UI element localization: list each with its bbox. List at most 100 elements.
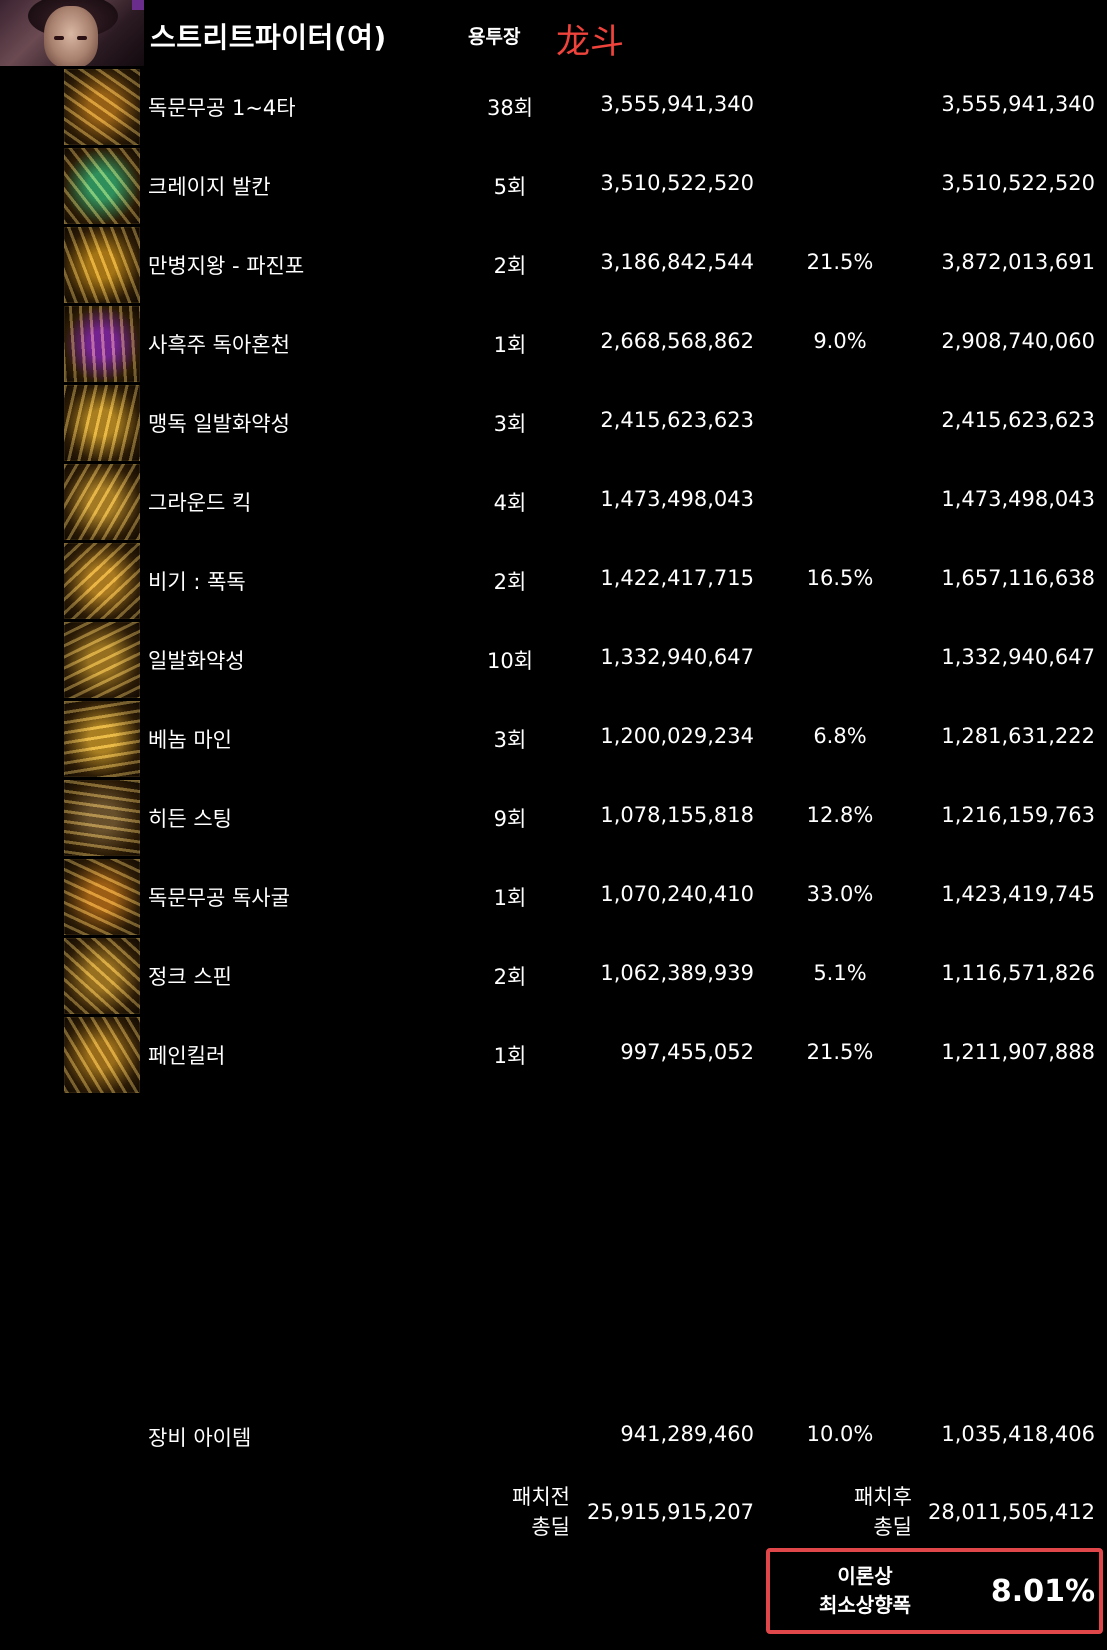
gold-mine-icon — [64, 701, 140, 777]
fire-fang-icon — [64, 69, 140, 145]
skill-icon-overlay — [64, 306, 140, 382]
before-total-label: 패치전 총딜 — [470, 1482, 570, 1542]
skill-total-damage: 2,415,623,623 — [941, 408, 1095, 432]
skill-base-damage: 3,510,522,520 — [600, 171, 754, 195]
skill-icon-overlay — [64, 859, 140, 935]
before-total-value: 25,915,915,207 — [587, 1500, 754, 1524]
skill-name: 정크 스핀 — [148, 965, 232, 989]
after-total-label: 패치후 총딜 — [790, 1482, 912, 1542]
table-row: 독문무공 1~4타 38회 3,555,941,340 3,555,941,340 — [0, 68, 1107, 147]
skill-count: 5회 — [493, 175, 527, 199]
skill-name: 독문무공 1~4타 — [148, 96, 296, 120]
skill-base-damage: 1,473,498,043 — [600, 487, 754, 511]
equipment-base: 941,289,460 — [620, 1422, 754, 1446]
gold-spin-icon — [64, 938, 140, 1014]
skill-increase-pct: 9.0% — [813, 329, 867, 353]
gold-spikes-icon — [64, 227, 140, 303]
header: 스트리트파이터(여) 용투장 龙斗 — [0, 0, 1107, 68]
portrait-eye — [77, 36, 87, 40]
table-row: 사흑주 독아혼천 1회 2,668,568,862 9.0% 2,908,740,060 — [0, 305, 1107, 384]
skill-total-damage: 1,281,631,222 — [941, 724, 1095, 748]
purple-orb-icon — [64, 306, 140, 382]
portrait-eye — [54, 36, 64, 40]
skill-base-damage: 1,332,940,647 — [600, 645, 754, 669]
skill-name: 페인킬러 — [148, 1044, 226, 1068]
skill-icon-overlay — [64, 385, 140, 461]
table-row: 베놈 마인 3회 1,200,029,234 6.8% 1,281,631,222 — [0, 700, 1107, 779]
skill-name: 독문무공 독사굴 — [148, 886, 290, 910]
bomb-icon — [64, 622, 140, 698]
result-value: 8.01% — [990, 1574, 1095, 1609]
skill-base-damage: 2,668,568,862 — [600, 329, 754, 353]
skill-icon-overlay — [64, 780, 140, 856]
after-label-line1: 패치후 — [854, 1485, 912, 1509]
table-row: 비기 : 폭독 2회 1,422,417,715 16.5% 1,657,116,638 — [0, 542, 1107, 621]
skill-name: 일발화약성 — [148, 649, 245, 673]
skill-total-damage: 1,657,116,638 — [941, 566, 1095, 590]
flame-snake-icon — [64, 859, 140, 935]
skill-count: 9회 — [493, 807, 527, 831]
result-highlight-box: 이론상 최소상향폭 8.01% — [766, 1548, 1103, 1634]
character-portrait — [0, 0, 144, 66]
gold-skull-star-icon — [64, 543, 140, 619]
table-row: 맹독 일발화약성 3회 2,415,623,623 2,415,623,623 — [0, 384, 1107, 463]
table-row: 만병지왕 - 파진포 2회 3,186,842,544 21.5% 3,872,013,… — [0, 226, 1107, 305]
skill-total-damage: 3,872,013,691 — [941, 250, 1095, 274]
skill-icon-overlay — [64, 543, 140, 619]
equipment-name: 장비 아이템 — [148, 1426, 252, 1450]
skill-increase-pct: 5.1% — [813, 961, 867, 985]
skill-increase-pct: 16.5% — [806, 566, 874, 590]
portrait-frame-corner — [132, 0, 144, 10]
needle-icon — [64, 780, 140, 856]
skill-icon-overlay — [64, 701, 140, 777]
skill-icon-overlay — [64, 464, 140, 540]
skill-count: 4회 — [493, 491, 527, 515]
table-row: 독문무공 독사굴 1회 1,070,240,410 33.0% 1,423,419,74… — [0, 858, 1107, 937]
table-row: 히든 스팅 9회 1,078,155,818 12.8% 1,216,159,763 — [0, 779, 1107, 858]
skill-name: 크레이지 발칸 — [148, 175, 271, 199]
skill-count: 2회 — [493, 965, 527, 989]
gold-swirl-icon — [64, 385, 140, 461]
skill-increase-pct: 6.8% — [813, 724, 867, 748]
skill-icon-overlay — [64, 938, 140, 1014]
skill-count: 1회 — [493, 333, 527, 357]
equipment-pct: 10.0% — [806, 1422, 874, 1446]
skill-total-damage: 1,332,940,647 — [941, 645, 1095, 669]
skill-increase-pct: 21.5% — [806, 1040, 874, 1064]
skill-count: 3회 — [493, 412, 527, 436]
table-row: 페인킬러 1회 997,455,052 21.5% 1,211,907,888 — [0, 1016, 1107, 1095]
character-title: 스트리트파이터(여) — [150, 21, 387, 54]
annotation-text: 龙斗 — [556, 22, 624, 62]
skill-icon-overlay — [64, 622, 140, 698]
skill-icon-overlay — [64, 227, 140, 303]
skill-total-damage: 1,473,498,043 — [941, 487, 1095, 511]
green-gadget-icon — [64, 148, 140, 224]
skill-total-damage: 1,216,159,763 — [941, 803, 1095, 827]
skill-name: 만병지왕 - 파진포 — [148, 254, 305, 278]
portrait-face — [44, 6, 98, 66]
result-label-line2: 최소상향폭 — [819, 1593, 911, 1617]
result-label: 이론상 최소상향폭 — [800, 1562, 930, 1620]
before-label-line1: 패치전 — [512, 1485, 570, 1509]
skill-base-damage: 1,422,417,715 — [600, 566, 754, 590]
skill-base-damage: 1,070,240,410 — [600, 882, 754, 906]
skill-base-damage: 2,415,623,623 — [600, 408, 754, 432]
skill-count: 1회 — [493, 1044, 527, 1068]
skill-name: 비기 : 폭독 — [148, 570, 246, 594]
skill-base-damage: 1,078,155,818 — [600, 803, 754, 827]
skill-total-damage: 3,555,941,340 — [941, 92, 1095, 116]
equipment-total: 1,035,418,406 — [941, 1422, 1095, 1446]
equipment-row: 장비 아이템 941,289,460 10.0% 1,035,418,406 — [0, 1412, 1107, 1462]
after-label-line2: 총딜 — [873, 1515, 912, 1539]
skill-count: 10회 — [486, 649, 534, 673]
skill-name: 사흑주 독아혼천 — [148, 333, 290, 357]
skill-base-damage: 3,186,842,544 — [600, 250, 754, 274]
skill-name: 그라운드 킥 — [148, 491, 252, 515]
skill-base-damage: 1,062,389,939 — [600, 961, 754, 985]
result-label-line1: 이론상 — [837, 1564, 893, 1588]
skill-increase-pct: 33.0% — [806, 882, 874, 906]
skill-count: 2회 — [493, 570, 527, 594]
skill-name: 베놈 마인 — [148, 728, 232, 752]
skill-count: 38회 — [486, 96, 534, 120]
skill-base-damage: 997,455,052 — [620, 1040, 754, 1064]
